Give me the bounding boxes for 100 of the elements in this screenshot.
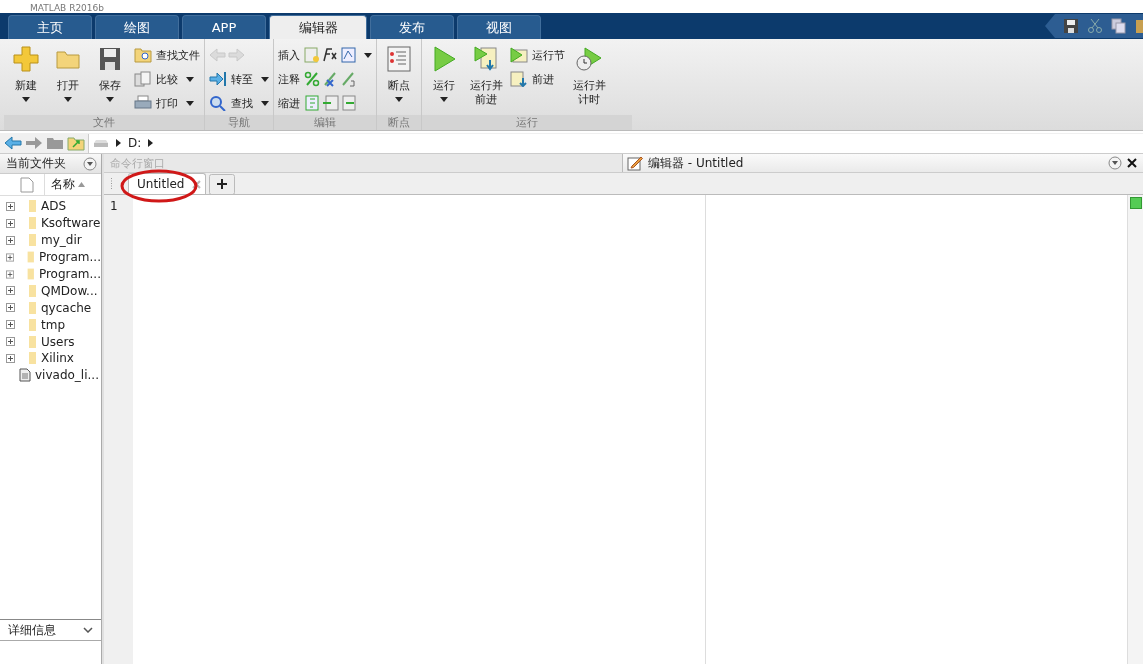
address-field[interactable]: D: <box>88 133 1143 153</box>
panel-title: 当前文件夹 <box>6 155 66 172</box>
drive-icon <box>93 138 109 148</box>
indent-icon <box>304 95 356 111</box>
breadcrumb-arrow-icon[interactable] <box>148 139 154 147</box>
breadcrumb-arrow-icon[interactable] <box>116 139 121 147</box>
expand-icon[interactable] <box>6 286 15 296</box>
group-label: 运行 <box>422 115 632 130</box>
file-name[interactable]: Ksoftware <box>41 216 101 231</box>
ribbon-button[interactable]: 缩进 <box>278 93 372 113</box>
close-icon[interactable] <box>1127 158 1137 168</box>
panel-menu-icon[interactable] <box>1108 156 1122 170</box>
add-tab-icon[interactable] <box>209 174 236 194</box>
folder-search-icon <box>134 47 152 63</box>
file-icon <box>19 368 31 383</box>
details-panel-header[interactable]: 详细信息 <box>0 619 101 641</box>
ribbon-button[interactable]: 转至 <box>209 69 269 89</box>
file-name[interactable]: Users <box>41 334 75 349</box>
ribbon-button[interactable]: 查找 <box>209 93 269 113</box>
expand-icon[interactable] <box>6 235 15 245</box>
caret-icon[interactable] <box>106 97 114 102</box>
stopwatch-icon <box>575 45 603 73</box>
caret-icon[interactable] <box>364 52 372 58</box>
breakpoint-icon <box>385 45 413 73</box>
ribbon-button[interactable]: 保存 <box>92 43 128 115</box>
ribbon-button[interactable]: 运行并前进 <box>468 43 504 115</box>
ribbon-tab[interactable]: 绘图 <box>95 15 179 39</box>
expand-icon[interactable] <box>6 303 15 313</box>
ribbon-tab[interactable]: APP <box>182 15 266 39</box>
clipboard-icon[interactable] <box>1135 18 1143 34</box>
ribbon-button[interactable]: 打印 <box>134 93 200 113</box>
column-header[interactable]: 名称 <box>44 174 101 195</box>
ribbon-button[interactable]: 查找文件 <box>134 45 200 65</box>
expand-icon[interactable] <box>6 320 15 330</box>
goto-icon <box>209 71 227 87</box>
group-label: 文件 <box>4 115 204 130</box>
file-name[interactable]: Program... <box>38 267 101 281</box>
file-name[interactable]: Program... <box>38 250 101 265</box>
pencil-icon <box>627 155 643 171</box>
editor-title: 编辑器 - Untitled <box>648 154 744 172</box>
file-name[interactable]: Xilinx <box>41 351 74 366</box>
run-advance-icon <box>472 45 500 73</box>
caret-icon[interactable] <box>64 97 72 102</box>
chevron-down-icon[interactable] <box>83 627 93 633</box>
ribbon-button[interactable]: 注释 <box>278 69 372 89</box>
file-name[interactable]: vivado_li... <box>35 368 99 383</box>
plus-icon <box>12 45 40 73</box>
expand-icon[interactable] <box>6 337 15 347</box>
ribbon-button[interactable]: 运行 <box>426 43 462 115</box>
status-indicator-icon <box>1130 197 1142 209</box>
expand-icon[interactable] <box>6 252 15 262</box>
expand-icon[interactable] <box>6 218 15 228</box>
copy-icon[interactable] <box>1111 18 1127 34</box>
caret-icon[interactable] <box>186 76 194 82</box>
caret-icon[interactable] <box>261 100 269 106</box>
run-section-icon <box>510 47 528 63</box>
back-icon[interactable] <box>4 136 22 150</box>
caret-icon[interactable] <box>261 76 269 82</box>
ribbon-button[interactable]: 比较 <box>134 69 200 89</box>
grip-icon <box>110 176 113 191</box>
expand-icon[interactable] <box>6 201 15 211</box>
browse-folder-icon[interactable] <box>67 135 85 151</box>
path-segment[interactable]: D: <box>128 136 142 150</box>
window-title: MATLAB R2016b <box>30 3 104 13</box>
file-name[interactable]: qycache <box>41 300 92 315</box>
ribbon-tab[interactable]: 视图 <box>457 15 541 39</box>
group-label: 断点 <box>377 115 421 130</box>
advance-icon <box>510 71 528 87</box>
comment-icon <box>304 71 356 87</box>
ribbon-button[interactable]: 断点 <box>381 43 417 115</box>
line-number: 1 <box>110 199 119 213</box>
file-name[interactable]: my_dir <box>41 233 82 248</box>
caret-icon[interactable] <box>440 97 448 102</box>
insert-icon <box>304 47 356 63</box>
ribbon-tab[interactable]: 编辑器 <box>269 15 367 39</box>
expand-icon[interactable] <box>6 353 15 363</box>
expand-icon[interactable] <box>6 269 15 279</box>
ribbon-button[interactable]: 运行并计时 <box>571 43 607 115</box>
ribbon-button[interactable]: 前进 <box>510 69 565 89</box>
ribbon-button[interactable]: 打开 <box>50 43 86 115</box>
ribbon-tab[interactable]: 发布 <box>370 15 454 39</box>
sort-ascending-icon <box>78 182 85 187</box>
search-icon <box>209 95 227 111</box>
group-label: 导航 <box>205 115 273 130</box>
ribbon-tab[interactable]: 主页 <box>8 15 92 39</box>
compare-icon <box>134 71 152 87</box>
caret-icon[interactable] <box>186 100 194 106</box>
ribbon-button[interactable]: 新建 <box>8 43 44 115</box>
ribbon-button[interactable]: 运行节 <box>510 45 565 65</box>
file-name[interactable]: tmp <box>41 317 65 332</box>
file-name[interactable]: QMDow... <box>41 283 98 298</box>
printer-icon <box>134 95 152 111</box>
file-name[interactable]: ADS <box>41 199 67 214</box>
ribbon-button[interactable]: 插入 <box>278 45 372 65</box>
file-icon <box>20 176 34 193</box>
save-icon[interactable] <box>1063 18 1079 34</box>
caret-icon[interactable] <box>22 97 30 102</box>
arrow-icon <box>209 47 245 63</box>
panel-menu-icon[interactable] <box>83 156 97 171</box>
caret-icon[interactable] <box>395 97 403 102</box>
